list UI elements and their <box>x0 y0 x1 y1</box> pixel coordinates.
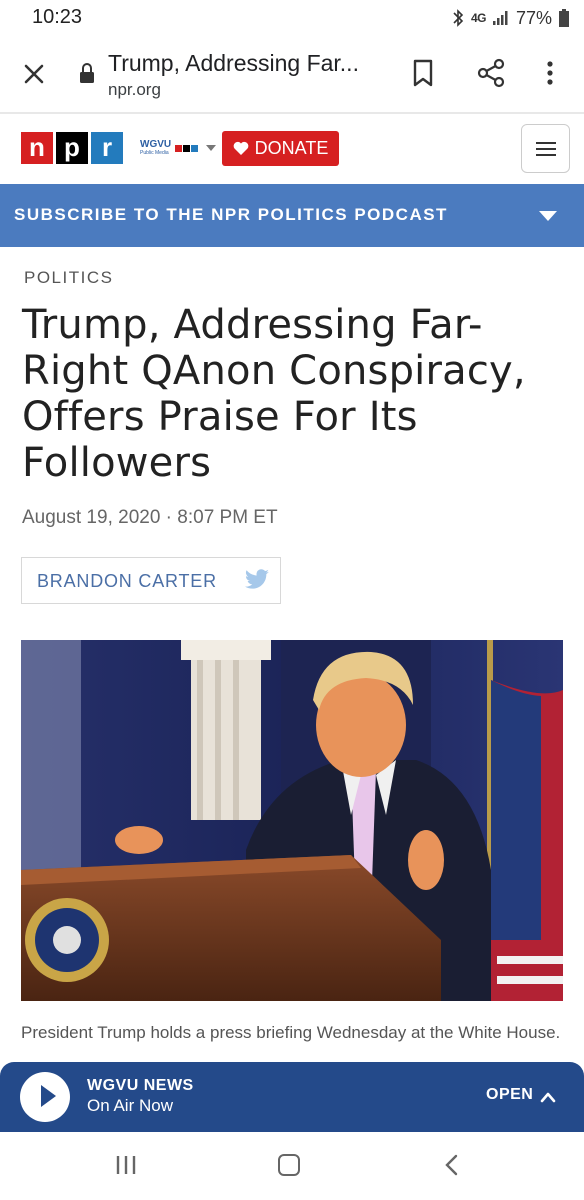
status-time: 10:23 <box>32 6 83 28</box>
byline[interactable]: BRANDON CARTER <box>21 557 281 604</box>
chevron-down-icon[interactable] <box>539 211 557 221</box>
donate-button[interactable]: DONATE <box>222 131 339 166</box>
station-name: WGVU <box>140 139 172 150</box>
overflow-menu-icon[interactable] <box>540 58 560 88</box>
heart-icon <box>233 141 249 155</box>
bluetooth-icon <box>453 9 464 27</box>
signal-icon <box>492 11 508 25</box>
author-name[interactable]: BRANDON CARTER <box>37 571 217 592</box>
podcast-banner[interactable]: SUBSCRIBE TO THE NPR POLITICS PODCAST <box>0 184 584 247</box>
npr-logo-p: p <box>56 132 88 164</box>
npr-logo-r: r <box>91 132 123 164</box>
page-domain[interactable]: npr.org <box>108 80 161 100</box>
station-npr-mini-logo <box>175 144 199 152</box>
chevron-down-icon <box>206 145 217 151</box>
status-bar: 10:23 4G 77% <box>0 0 584 36</box>
npr-header: n p r WGVU Public Media DONATE <box>0 116 584 184</box>
donate-label: DONATE <box>254 138 329 158</box>
system-nav-bar <box>0 1132 584 1200</box>
article-photo[interactable] <box>21 640 563 1001</box>
npr-logo-n: n <box>21 132 53 164</box>
section-label[interactable]: POLITICS <box>24 268 113 288</box>
status-icons: 4G 77% <box>451 6 570 30</box>
station-selector[interactable]: WGVU Public Media <box>140 139 217 157</box>
battery-percent: 77% <box>515 7 552 28</box>
station-logo: WGVU Public Media <box>140 139 172 157</box>
npr-logo[interactable]: n p r <box>21 132 123 164</box>
photo-caption: President Trump holds a press briefing W… <box>21 1023 561 1042</box>
page-title[interactable]: Trump, Addressing Far... <box>108 50 359 77</box>
player-status: On Air Now <box>87 1096 173 1115</box>
open-player-button[interactable]: OPEN <box>486 1086 533 1104</box>
home-icon[interactable] <box>278 1154 300 1176</box>
chevron-up-icon[interactable] <box>540 1091 556 1103</box>
station-sub: Public Media <box>140 150 169 156</box>
recents-icon[interactable] <box>114 1154 138 1176</box>
podcast-banner-label: SUBSCRIBE TO THE NPR POLITICS PODCAST <box>14 205 448 224</box>
twitter-icon[interactable] <box>244 569 270 591</box>
browser-toolbar: Trump, Addressing Far... npr.org <box>0 36 584 114</box>
article-headline: Trump, Addressing Far-Right QAnon Conspi… <box>22 302 526 486</box>
press-briefing-illustration <box>21 640 563 1001</box>
share-icon[interactable] <box>476 58 506 88</box>
article-date: August 19, 2020 · 8:07 PM ET <box>22 507 278 528</box>
player-station-name: WGVU NEWS <box>87 1077 194 1094</box>
lock-icon <box>80 63 94 83</box>
close-icon[interactable] <box>20 60 48 88</box>
back-icon[interactable] <box>444 1154 458 1176</box>
bookmark-icon[interactable] <box>410 58 436 88</box>
play-icon[interactable] <box>39 1084 57 1108</box>
network-indicator: 4G <box>470 11 487 25</box>
battery-icon <box>559 9 569 27</box>
hamburger-menu-button[interactable] <box>521 124 570 173</box>
radio-player-bar[interactable]: WGVU NEWS On Air Now OPEN <box>0 1062 584 1132</box>
